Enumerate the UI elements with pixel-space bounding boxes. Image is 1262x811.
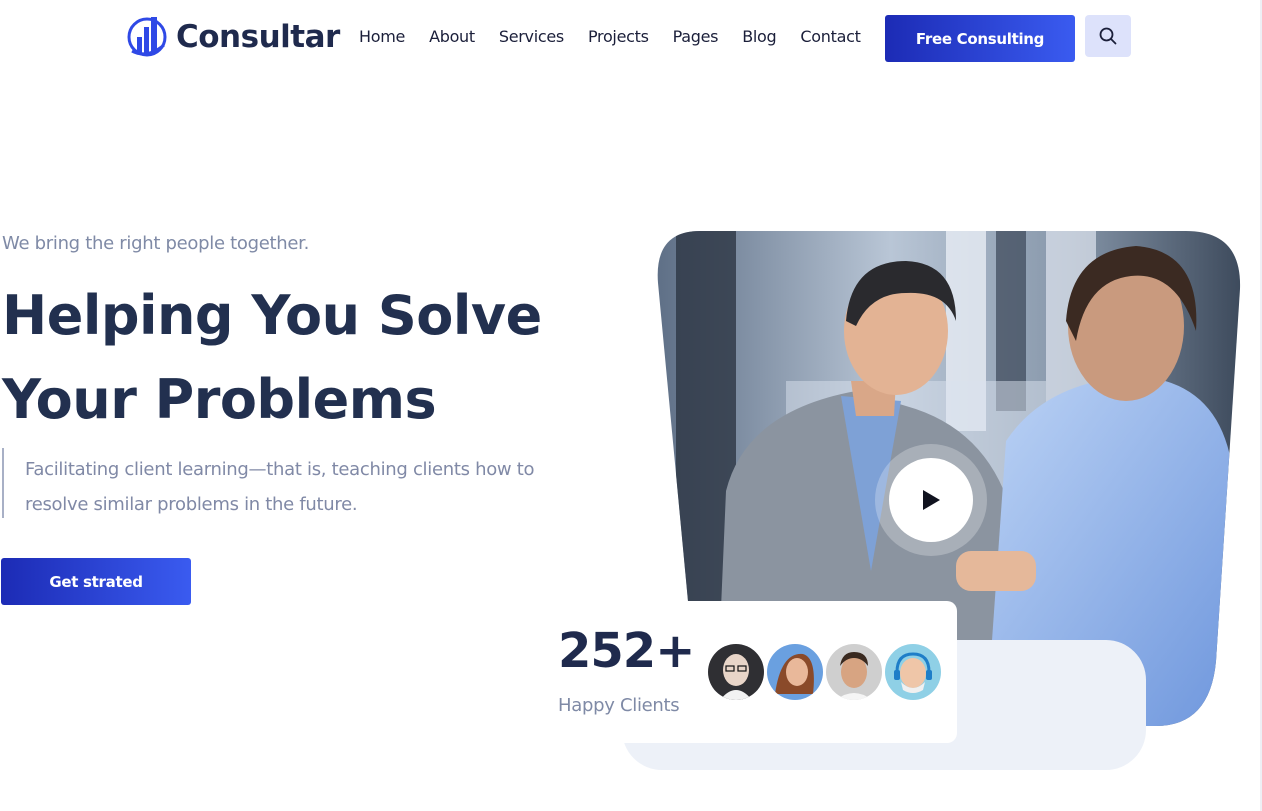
- bar-chart-logo-icon: [127, 17, 167, 57]
- avatar-man-smiling: [824, 642, 884, 702]
- play-video-button[interactable]: [889, 458, 973, 542]
- avatar-man-headphones-icon: [885, 644, 941, 700]
- hero-headline-line1: Helping You Solve: [2, 284, 542, 347]
- search-button[interactable]: [1085, 15, 1131, 57]
- clients-label: Happy Clients: [558, 695, 680, 716]
- hero-headline: Helping You Solve Your Problems: [2, 274, 602, 442]
- avatar-man-headphones: [883, 642, 943, 702]
- main-nav: Home About Services Projects Pages Blog …: [359, 27, 885, 46]
- avatar-woman-glasses: [706, 642, 766, 702]
- nav-item-projects[interactable]: Projects: [588, 27, 649, 46]
- nav-item-about[interactable]: About: [429, 27, 475, 46]
- get-started-button[interactable]: Get strated: [1, 558, 191, 605]
- happy-clients-card: 252+ Happy Clients: [540, 601, 957, 743]
- hero-tagline: We bring the right people together.: [2, 233, 310, 254]
- hero-headline-line2: Your Problems: [2, 368, 437, 431]
- nav-item-services[interactable]: Services: [499, 27, 564, 46]
- brand-name: Consultar: [176, 19, 340, 55]
- avatar-man-smiling-icon: [826, 644, 882, 700]
- search-icon: [1099, 27, 1117, 45]
- client-avatars: [706, 642, 943, 702]
- clients-count: 252+: [558, 623, 695, 679]
- avatar-woman-laughing: [765, 642, 825, 702]
- nav-item-contact[interactable]: Contact: [800, 27, 860, 46]
- play-icon: [923, 490, 940, 510]
- nav-item-blog[interactable]: Blog: [742, 27, 776, 46]
- avatar-woman-laughing-icon: [767, 644, 823, 700]
- free-consulting-button[interactable]: Free Consulting: [885, 15, 1075, 62]
- hero-description: Facilitating client learning—that is, te…: [25, 459, 535, 515]
- brand-logo[interactable]: Consultar: [126, 15, 340, 59]
- nav-item-home[interactable]: Home: [359, 27, 405, 46]
- hero-description-block: Facilitating client learning—that is, te…: [2, 448, 604, 518]
- nav-item-pages[interactable]: Pages: [673, 27, 719, 46]
- avatar-woman-glasses-icon: [708, 644, 764, 700]
